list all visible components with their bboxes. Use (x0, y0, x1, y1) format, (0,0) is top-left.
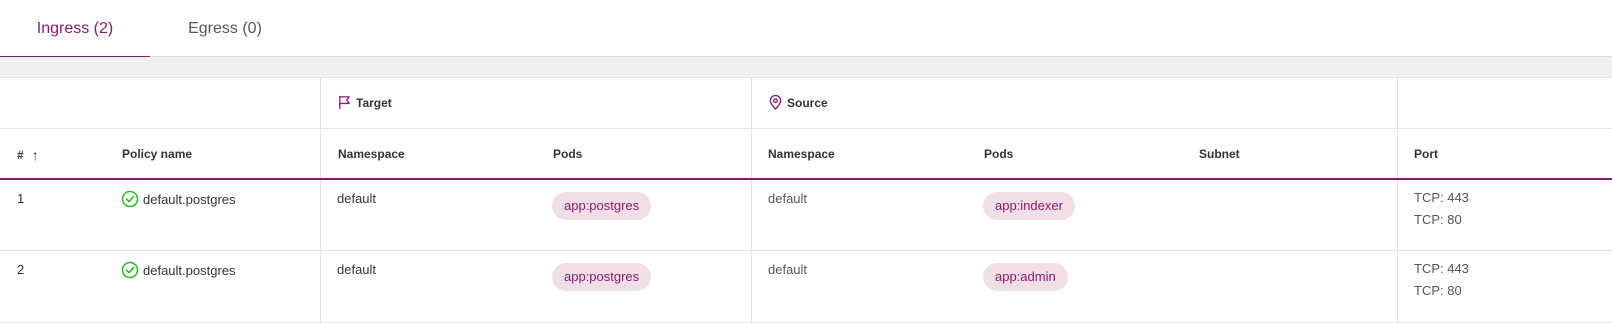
group-header-target: Target (337, 95, 392, 110)
column-header-target-pods[interactable]: Pods (553, 147, 582, 161)
source-namespace: default (768, 191, 808, 206)
row-index: 2 (17, 262, 25, 277)
policy-table: Target Source # ↑ Policy name Namespace … (0, 77, 1612, 323)
source-pod-tag[interactable]: app:admin (983, 263, 1068, 291)
group-label-target: Target (356, 95, 392, 110)
target-namespace: default (337, 191, 377, 206)
policy-name-cell[interactable]: default.postgres (121, 190, 236, 208)
port-list: TCP: 443 TCP: 80 (1414, 187, 1469, 231)
column-header-index[interactable]: # ↑ (17, 147, 39, 163)
port-entry: TCP: 80 (1414, 283, 1462, 298)
port-list: TCP: 443 TCP: 80 (1414, 258, 1469, 302)
header-underline (0, 178, 1612, 180)
row-index: 1 (17, 191, 25, 206)
column-header-subnet[interactable]: Subnet (1199, 147, 1240, 161)
location-pin-icon (769, 95, 782, 110)
group-label-source: Source (787, 95, 828, 110)
target-pod-tag[interactable]: app:postgres (552, 263, 652, 291)
row-divider (0, 250, 1612, 251)
sort-ascending-icon[interactable]: ↑ (32, 147, 39, 163)
divider-source (751, 77, 752, 323)
column-label-index: # (17, 148, 24, 162)
target-pod-tag[interactable]: app:postgres (552, 192, 652, 220)
column-header-source-pods[interactable]: Pods (984, 147, 1013, 161)
column-header-port[interactable]: Port (1414, 147, 1438, 161)
group-header-source: Source (768, 95, 828, 110)
check-circle-icon (121, 190, 139, 208)
policy-name: default.postgres (143, 262, 236, 278)
port-entry: TCP: 443 (1414, 261, 1469, 276)
source-pod-tag[interactable]: app:indexer (983, 192, 1075, 220)
target-namespace: default (337, 262, 377, 277)
source-namespace: default (768, 262, 808, 277)
tab-egress[interactable]: Egress (0) (150, 0, 300, 57)
flag-icon (339, 95, 350, 110)
column-header-policy-name[interactable]: Policy name (122, 147, 192, 161)
tab-bar: Ingress (2) Egress (0) (0, 0, 1612, 58)
tab-ingress[interactable]: Ingress (2) (0, 0, 150, 58)
policy-name: default.postgres (143, 191, 236, 207)
divider-port (1397, 77, 1398, 323)
check-circle-icon (121, 261, 139, 279)
column-header-source-namespace[interactable]: Namespace (768, 147, 835, 161)
group-header-border (0, 128, 1612, 129)
policy-name-cell[interactable]: default.postgres (121, 261, 236, 279)
column-header-target-namespace[interactable]: Namespace (338, 147, 405, 161)
separator-band (0, 57, 1612, 77)
port-entry: TCP: 443 (1414, 190, 1469, 205)
port-entry: TCP: 80 (1414, 212, 1462, 227)
divider-target (320, 77, 321, 323)
table-top-border (0, 77, 1612, 78)
